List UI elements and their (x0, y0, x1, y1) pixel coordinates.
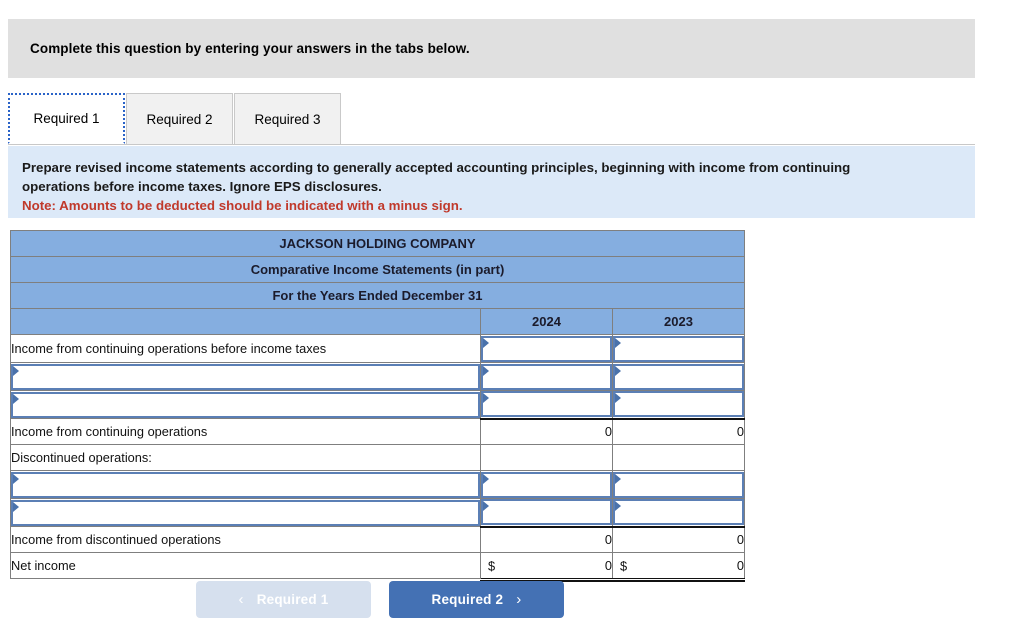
tab-required-2[interactable]: Required 2 (126, 93, 233, 144)
amount-field-r1-2024[interactable] (481, 363, 612, 390)
chevron-right-icon: › (516, 591, 522, 608)
amount-field-r0-2023[interactable] (613, 335, 745, 362)
input-cell-r2-label[interactable] (10, 390, 481, 419)
table-row: Discontinued operations: (10, 444, 746, 471)
question-banner: Complete this question by entering your … (8, 19, 975, 78)
input-cell-r0-2023[interactable] (611, 334, 746, 363)
value-income-continuing-2023: 0 (611, 417, 746, 445)
input-cell-r6-label[interactable] (10, 498, 481, 527)
previous-required-button[interactable]: ‹ Required 1 (196, 581, 371, 618)
dropdown-triangle-icon (483, 337, 489, 348)
input-cell-r5-2024[interactable] (480, 470, 613, 499)
table-subtitle-row: Comparative Income Statements (in part) (9, 256, 746, 283)
pagination-nav: ‹ Required 1 Required 2 › (0, 581, 760, 618)
table-row (10, 390, 746, 419)
label-field-r2[interactable] (11, 391, 480, 418)
column-header-blank (10, 308, 481, 335)
amount-field-r1-2023[interactable] (613, 363, 745, 390)
value-net-income-2023-number: 0 (736, 558, 745, 573)
value-discontinued-header-2023 (611, 444, 746, 471)
instructions-note: Note: Amounts to be deducted should be i… (22, 198, 463, 213)
table-row (10, 498, 746, 527)
amount-field-r5-2024[interactable] (481, 471, 612, 498)
table-column-header-row: 2024 2023 (10, 308, 746, 335)
amount-field-r6-2024[interactable] (481, 499, 612, 526)
value-income-discontinued-2024: 0 (480, 525, 613, 553)
statement-period: For the Years Ended December 31 (9, 282, 746, 309)
amount-field-r6-2023[interactable] (613, 499, 745, 526)
label-field-r1[interactable] (11, 363, 480, 390)
instructions-panel: Prepare revised income statements accord… (8, 146, 975, 218)
income-statement-table: JACKSON HOLDING COMPANY Comparative Inco… (9, 230, 746, 583)
previous-required-button-label: Required 1 (256, 592, 329, 607)
input-cell-r2-2024[interactable] (480, 390, 613, 419)
dropdown-triangle-icon (615, 501, 621, 512)
chevron-left-icon: ‹ (238, 591, 244, 608)
next-required-button[interactable]: Required 2 › (389, 581, 564, 618)
dropdown-triangle-icon (483, 393, 489, 404)
currency-symbol-2023: $ (620, 558, 628, 573)
row-label-income-continuing-operations: Income from continuing operations (10, 418, 481, 445)
dropdown-triangle-icon (615, 337, 621, 348)
amount-field-r0-2024[interactable] (481, 335, 612, 362)
dropdown-triangle-icon (483, 501, 489, 512)
input-cell-r6-2024[interactable] (480, 498, 613, 527)
input-cell-r1-2023[interactable] (611, 362, 746, 391)
table-row (10, 470, 746, 499)
input-cell-r5-label[interactable] (10, 470, 481, 499)
row-label-discontinued-operations: Discontinued operations: (10, 444, 481, 471)
value-net-income-2024: $ 0 (480, 552, 614, 583)
column-header-2024: 2024 (480, 308, 613, 335)
label-field-r6[interactable] (11, 499, 480, 526)
value-net-income-2023: $ 0 (611, 552, 746, 583)
tab-strip-underline (8, 144, 975, 145)
tab-required-1[interactable]: Required 1 (8, 93, 125, 144)
tab-required-3[interactable]: Required 3 (234, 93, 341, 144)
dropdown-triangle-icon (615, 365, 621, 376)
label-field-r5[interactable] (11, 471, 480, 498)
currency-symbol-2024: $ (488, 558, 496, 573)
table-row (10, 362, 746, 391)
table-row: Income from continuing operations before… (10, 334, 746, 363)
input-cell-r6-2023[interactable] (611, 498, 746, 527)
row-label-income-continuing-before-taxes: Income from continuing operations before… (10, 334, 481, 363)
value-income-continuing-2024: 0 (480, 417, 613, 445)
dropdown-triangle-icon (13, 365, 19, 376)
dropdown-triangle-icon (483, 473, 489, 484)
input-cell-r1-2024[interactable] (480, 362, 613, 391)
input-cell-r2-2023[interactable] (611, 390, 746, 419)
row-label-income-discontinued-operations: Income from discontinued operations (10, 526, 481, 553)
dropdown-triangle-icon (483, 365, 489, 376)
dropdown-triangle-icon (13, 501, 19, 512)
instructions-body: Prepare revised income statements accord… (22, 160, 851, 194)
table-row: Income from discontinued operations 0 0 (10, 525, 746, 553)
amount-field-r2-2024[interactable] (481, 391, 612, 418)
table-row: Income from continuing operations 0 0 (10, 417, 746, 445)
amount-field-r5-2023[interactable] (613, 471, 745, 498)
tab-required-1-label: Required 1 (33, 111, 100, 126)
input-cell-r0-2024[interactable] (480, 334, 613, 363)
amount-field-r2-2023[interactable] (613, 391, 745, 418)
next-required-button-label: Required 2 (431, 592, 504, 607)
table-title-row: JACKSON HOLDING COMPANY (9, 230, 746, 257)
input-cell-r1-label[interactable] (10, 362, 481, 391)
dropdown-triangle-icon (13, 473, 19, 484)
column-header-2023: 2023 (611, 308, 746, 335)
table-period-row: For the Years Ended December 31 (9, 282, 746, 309)
dropdown-triangle-icon (615, 393, 621, 404)
tab-strip: Required 1 Required 2 Required 3 (8, 93, 975, 145)
statement-subtitle: Comparative Income Statements (in part) (9, 256, 746, 283)
table-row: Net income $ 0 $ 0 (10, 552, 746, 583)
value-discontinued-header-2024 (480, 444, 613, 471)
value-income-discontinued-2023: 0 (611, 525, 746, 553)
input-cell-r5-2023[interactable] (611, 470, 746, 499)
tab-required-3-label: Required 3 (254, 111, 321, 127)
company-name: JACKSON HOLDING COMPANY (9, 230, 746, 257)
value-net-income-2024-number: 0 (604, 558, 612, 573)
dropdown-triangle-icon (615, 473, 621, 484)
tab-required-2-label: Required 2 (146, 111, 213, 127)
question-banner-text: Complete this question by entering your … (30, 41, 470, 56)
row-label-net-income: Net income (10, 552, 481, 579)
dropdown-triangle-icon (13, 393, 19, 404)
